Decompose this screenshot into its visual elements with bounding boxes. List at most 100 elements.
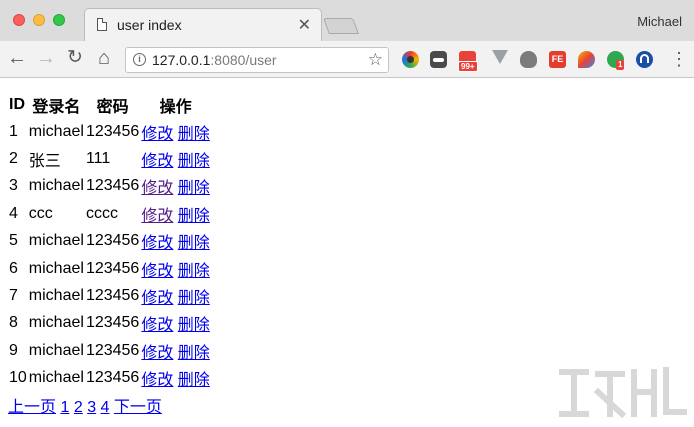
tab-user-index[interactable]: user index ✕ (84, 8, 322, 41)
site-watermark-logo (559, 367, 687, 419)
browser-menu-icon[interactable]: ⋮ (670, 49, 688, 69)
cell-login-name: ccc (28, 204, 53, 222)
url-text[interactable]: 127.0.0.1:8080/user (152, 52, 277, 68)
site-info-icon[interactable]: i (133, 53, 146, 66)
header-login-name: 登录名 (32, 98, 81, 116)
delete-link[interactable]: 删除 (178, 345, 210, 362)
url-path: :8080/user (210, 52, 277, 68)
cell-password: 123456 (85, 122, 140, 140)
table-row: 10 michael 123456 修改 删除 (8, 365, 211, 392)
delete-link[interactable]: 删除 (178, 317, 210, 334)
edit-link[interactable]: 修改 (141, 153, 173, 170)
header-actions: 操作 (159, 98, 192, 116)
table-row: 3 michael 123456 修改 删除 (8, 173, 211, 200)
cell-actions: 修改 删除 (140, 145, 210, 172)
extension-gamepad-icon[interactable] (430, 51, 447, 68)
extension-vue-icon[interactable] (492, 50, 508, 64)
user-table-body: 1 michael 123456 修改 删除 2 张三 111 修改 删除 3 michael 12… (8, 118, 211, 392)
page-link-4[interactable]: 4 (101, 399, 110, 416)
page-document-icon (97, 18, 107, 31)
page-link-3[interactable]: 3 (87, 399, 96, 416)
cell-password: 111 (85, 150, 111, 168)
cell-id: 2 (9, 150, 18, 168)
cell-password: 123456 (85, 287, 140, 305)
back-arrow-icon[interactable]: ← (6, 47, 28, 69)
edit-link[interactable]: 修改 (141, 345, 173, 362)
cell-actions: 修改 删除 (140, 255, 210, 282)
delete-link[interactable]: 删除 (178, 290, 210, 307)
cell-login-name: michael (28, 287, 84, 305)
cell-login-name: michael (28, 341, 84, 359)
delete-link[interactable]: 删除 (178, 126, 210, 143)
cell-id: 7 (9, 287, 18, 305)
bookmark-star-icon[interactable]: ☆ (368, 50, 383, 70)
forward-arrow-icon[interactable]: → (35, 47, 57, 69)
cell-id: 5 (9, 232, 18, 250)
cell-id: 4 (9, 204, 18, 222)
header-id: ID (9, 95, 25, 113)
table-header-row: ID 登录名 密码 操作 (8, 91, 211, 118)
cell-id: 9 (9, 341, 18, 359)
cell-login-name: michael (28, 369, 84, 387)
edit-link[interactable]: 修改 (141, 126, 173, 143)
browser-chrome: user index ✕ Michael ← → ↻ ⌂ i 127.0.0.1… (0, 0, 694, 78)
edit-link[interactable]: 修改 (141, 263, 173, 280)
home-icon[interactable]: ⌂ (93, 47, 115, 69)
delete-link[interactable]: 删除 (178, 153, 210, 170)
pagination: 上一页 1 2 3 4 下一页 (8, 393, 162, 417)
extension-blue-circle-icon[interactable] (636, 51, 653, 68)
tab-bar: user index ✕ Michael (0, 0, 694, 41)
edit-link[interactable]: 修改 (141, 372, 173, 389)
delete-link[interactable]: 删除 (178, 235, 210, 252)
next-page-link[interactable]: 下一页 (114, 399, 162, 416)
table-row: 6 michael 123456 修改 删除 (8, 255, 211, 282)
user-table: ID 登录名 密码 操作 1 michael 123456 修改 删除 2 张三 111 修改… (8, 91, 211, 392)
close-window-icon[interactable] (13, 14, 25, 26)
edit-link[interactable]: 修改 (141, 317, 173, 334)
edit-link[interactable]: 修改 (141, 235, 173, 252)
cell-password: 123456 (85, 369, 140, 387)
cell-id: 10 (9, 369, 27, 387)
delete-link[interactable]: 删除 (178, 208, 210, 225)
edit-link[interactable]: 修改 (141, 180, 173, 197)
cell-login-name: michael (28, 232, 84, 250)
cell-id: 6 (9, 259, 18, 277)
delete-link[interactable]: 删除 (178, 372, 210, 389)
cell-login-name: michael (28, 314, 84, 332)
cell-login-name: michael (28, 122, 84, 140)
header-password: 密码 (96, 98, 129, 116)
table-row: 7 michael 123456 修改 删除 (8, 282, 211, 309)
cell-actions: 修改 删除 (140, 228, 210, 255)
edit-link[interactable]: 修改 (141, 290, 173, 307)
cell-password: 123456 (85, 232, 140, 250)
tab-close-icon[interactable]: ✕ (298, 15, 311, 35)
cell-id: 8 (9, 314, 18, 332)
page-link-2[interactable]: 2 (74, 399, 83, 416)
cell-actions: 修改 删除 (140, 200, 210, 227)
reload-icon[interactable]: ↻ (64, 47, 86, 69)
url-host: 127.0.0.1 (152, 52, 211, 68)
extension-mail-icon[interactable]: 99+ (458, 51, 478, 72)
extension-fe-icon[interactable]: FE (549, 51, 566, 68)
table-row: 1 michael 123456 修改 删除 (8, 118, 211, 145)
new-tab-button[interactable] (323, 18, 359, 34)
edit-link[interactable]: 修改 (141, 208, 173, 225)
delete-link[interactable]: 删除 (178, 180, 210, 197)
address-bar[interactable]: i 127.0.0.1:8080/user ☆ (125, 47, 389, 73)
prev-page-link[interactable]: 上一页 (8, 399, 56, 416)
cell-password: cccc (85, 204, 118, 222)
table-row: 2 张三 111 修改 删除 (8, 145, 211, 172)
extension-colorful-icon[interactable] (578, 51, 595, 68)
page-link-1[interactable]: 1 (60, 399, 69, 416)
delete-link[interactable]: 删除 (178, 263, 210, 280)
profile-name[interactable]: Michael (637, 14, 682, 29)
extension-green-circle-icon[interactable]: 1 (607, 51, 625, 70)
maximize-window-icon[interactable] (53, 14, 65, 26)
cell-password: 123456 (85, 177, 140, 195)
cell-actions: 修改 删除 (140, 173, 210, 200)
minimize-window-icon[interactable] (33, 14, 45, 26)
extension-evernote-icon[interactable] (520, 51, 537, 68)
extension-color-wheel-icon[interactable] (402, 51, 419, 68)
cell-password: 123456 (85, 259, 140, 277)
cell-login-name: michael (28, 177, 84, 195)
